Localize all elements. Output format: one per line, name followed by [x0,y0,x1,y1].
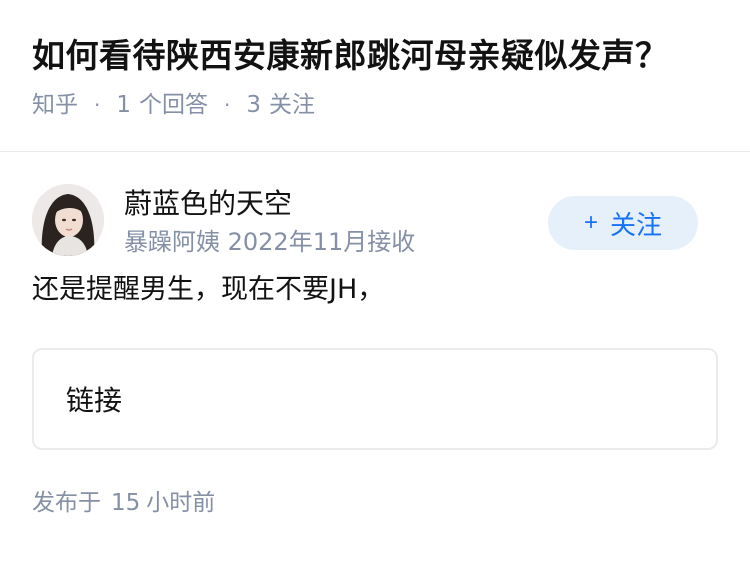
source-label: 知乎 [32,92,78,118]
answer-count: 1 [116,92,131,118]
link-card-label: 链接 [66,384,123,417]
question-title[interactable]: 如何看待陕西安康新郎跳河母亲疑似发声？ [32,30,718,82]
link-card[interactable]: 链接 [32,348,718,450]
author-info: 蔚蓝色的天空 暴躁阿姨 2022年11月接收 + 关注 [32,184,718,294]
follow-button[interactable]: + 关注 [548,196,698,250]
question-header: 如何看待陕西安康新郎跳河母亲疑似发声？ 知乎 · 1 个回答 · 3 关注 [0,0,750,152]
avatar[interactable] [32,184,104,256]
publish-prefix: 发布于 [32,490,101,516]
publish-num: 15 [111,490,141,516]
avatar-image [32,184,104,256]
publish-suffix: 小时前 [146,490,216,516]
plus-icon: + [583,209,598,236]
answer-item: 蔚蓝色的天空 暴躁阿姨 2022年11月接收 + 关注 还是提醒男生，现在不要J… [0,184,750,520]
follow-count: 3 [246,92,261,118]
author-bio: 暴躁阿姨 2022年11月接收 [124,228,416,256]
meta-separator: · [224,93,231,117]
author-name[interactable]: 蔚蓝色的天空 [124,186,292,222]
follow-button-label: 关注 [610,209,663,240]
answer-count-label[interactable]: 个回答 [139,88,208,122]
follow-count-label[interactable]: 关注 [269,88,315,122]
answer-page: 如何看待陕西安康新郎跳河母亲疑似发声？ 知乎 · 1 个回答 · 3 关注 蔚蓝… [0,0,750,572]
publish-time: 发布于 15 小时前 [32,486,718,520]
question-meta: 知乎 · 1 个回答 · 3 关注 [32,88,718,122]
meta-separator: · [94,93,101,117]
